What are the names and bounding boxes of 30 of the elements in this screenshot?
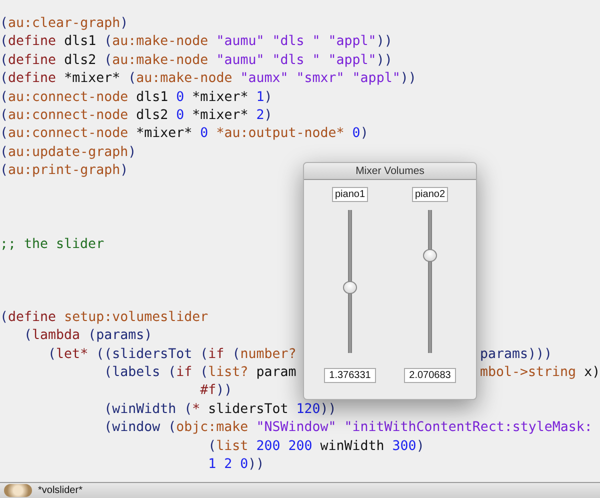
channel-label: piano1 <box>332 187 368 202</box>
code-line: (window (objc:make "NSWindow" "initWithContentRect:styleMask: <box>103 420 592 436</box>
code-text: mbol->string x) <box>480 364 600 382</box>
buffer-name: *volslider* <box>38 485 82 496</box>
code-line: #f)) <box>199 383 232 398</box>
code-line: (define dls1 (au:make-node "aumu" "dls " "appl")) <box>0 34 392 50</box>
code-line: (au:print-graph) <box>0 163 128 178</box>
code-line: (au:update-graph) <box>0 144 136 160</box>
code-line: (au:connect-node dls1 0 *mixer* 1) <box>0 90 272 105</box>
code-line: ;; the slider <box>0 236 104 252</box>
code-line: (au:connect-node *mixer* 0 *au:output-node* 0) <box>0 126 368 142</box>
value-field[interactable]: 2.070683 <box>404 368 456 383</box>
dialog-title: Mixer Volumes <box>304 163 476 180</box>
code-line: (lambda (params) <box>23 328 152 344</box>
code-line: (define *mixer* (au:make-node "aumx" "smxr" "appl")) <box>0 71 416 86</box>
code-line: (winWidth (* slidersTot 120)) <box>103 402 336 417</box>
channel-label: piano2 <box>412 187 448 202</box>
code-line: (au:connect-node dls2 0 *mixer* 2) <box>0 108 272 123</box>
code-text: params))) <box>480 346 552 364</box>
app-icon <box>4 484 32 497</box>
code-line: (define dls2 (au:make-node "aumu" "dls " "appl")) <box>0 52 392 68</box>
code-line: (let* ((slidersTot (if (number? <box>47 346 296 362</box>
code-line: (labels (if (list? param <box>103 365 296 380</box>
code-line: (define setup:volumeslider <box>0 310 208 325</box>
code-line: (au:clear-graph) <box>0 16 128 31</box>
slider-thumb[interactable] <box>423 249 437 262</box>
code-line: (list 200 200 winWidth 300) <box>207 438 424 454</box>
value-field[interactable]: 1.376331 <box>324 368 376 383</box>
code-line: 1 2 0)) <box>207 457 264 472</box>
slider-thumb[interactable] <box>343 280 357 294</box>
